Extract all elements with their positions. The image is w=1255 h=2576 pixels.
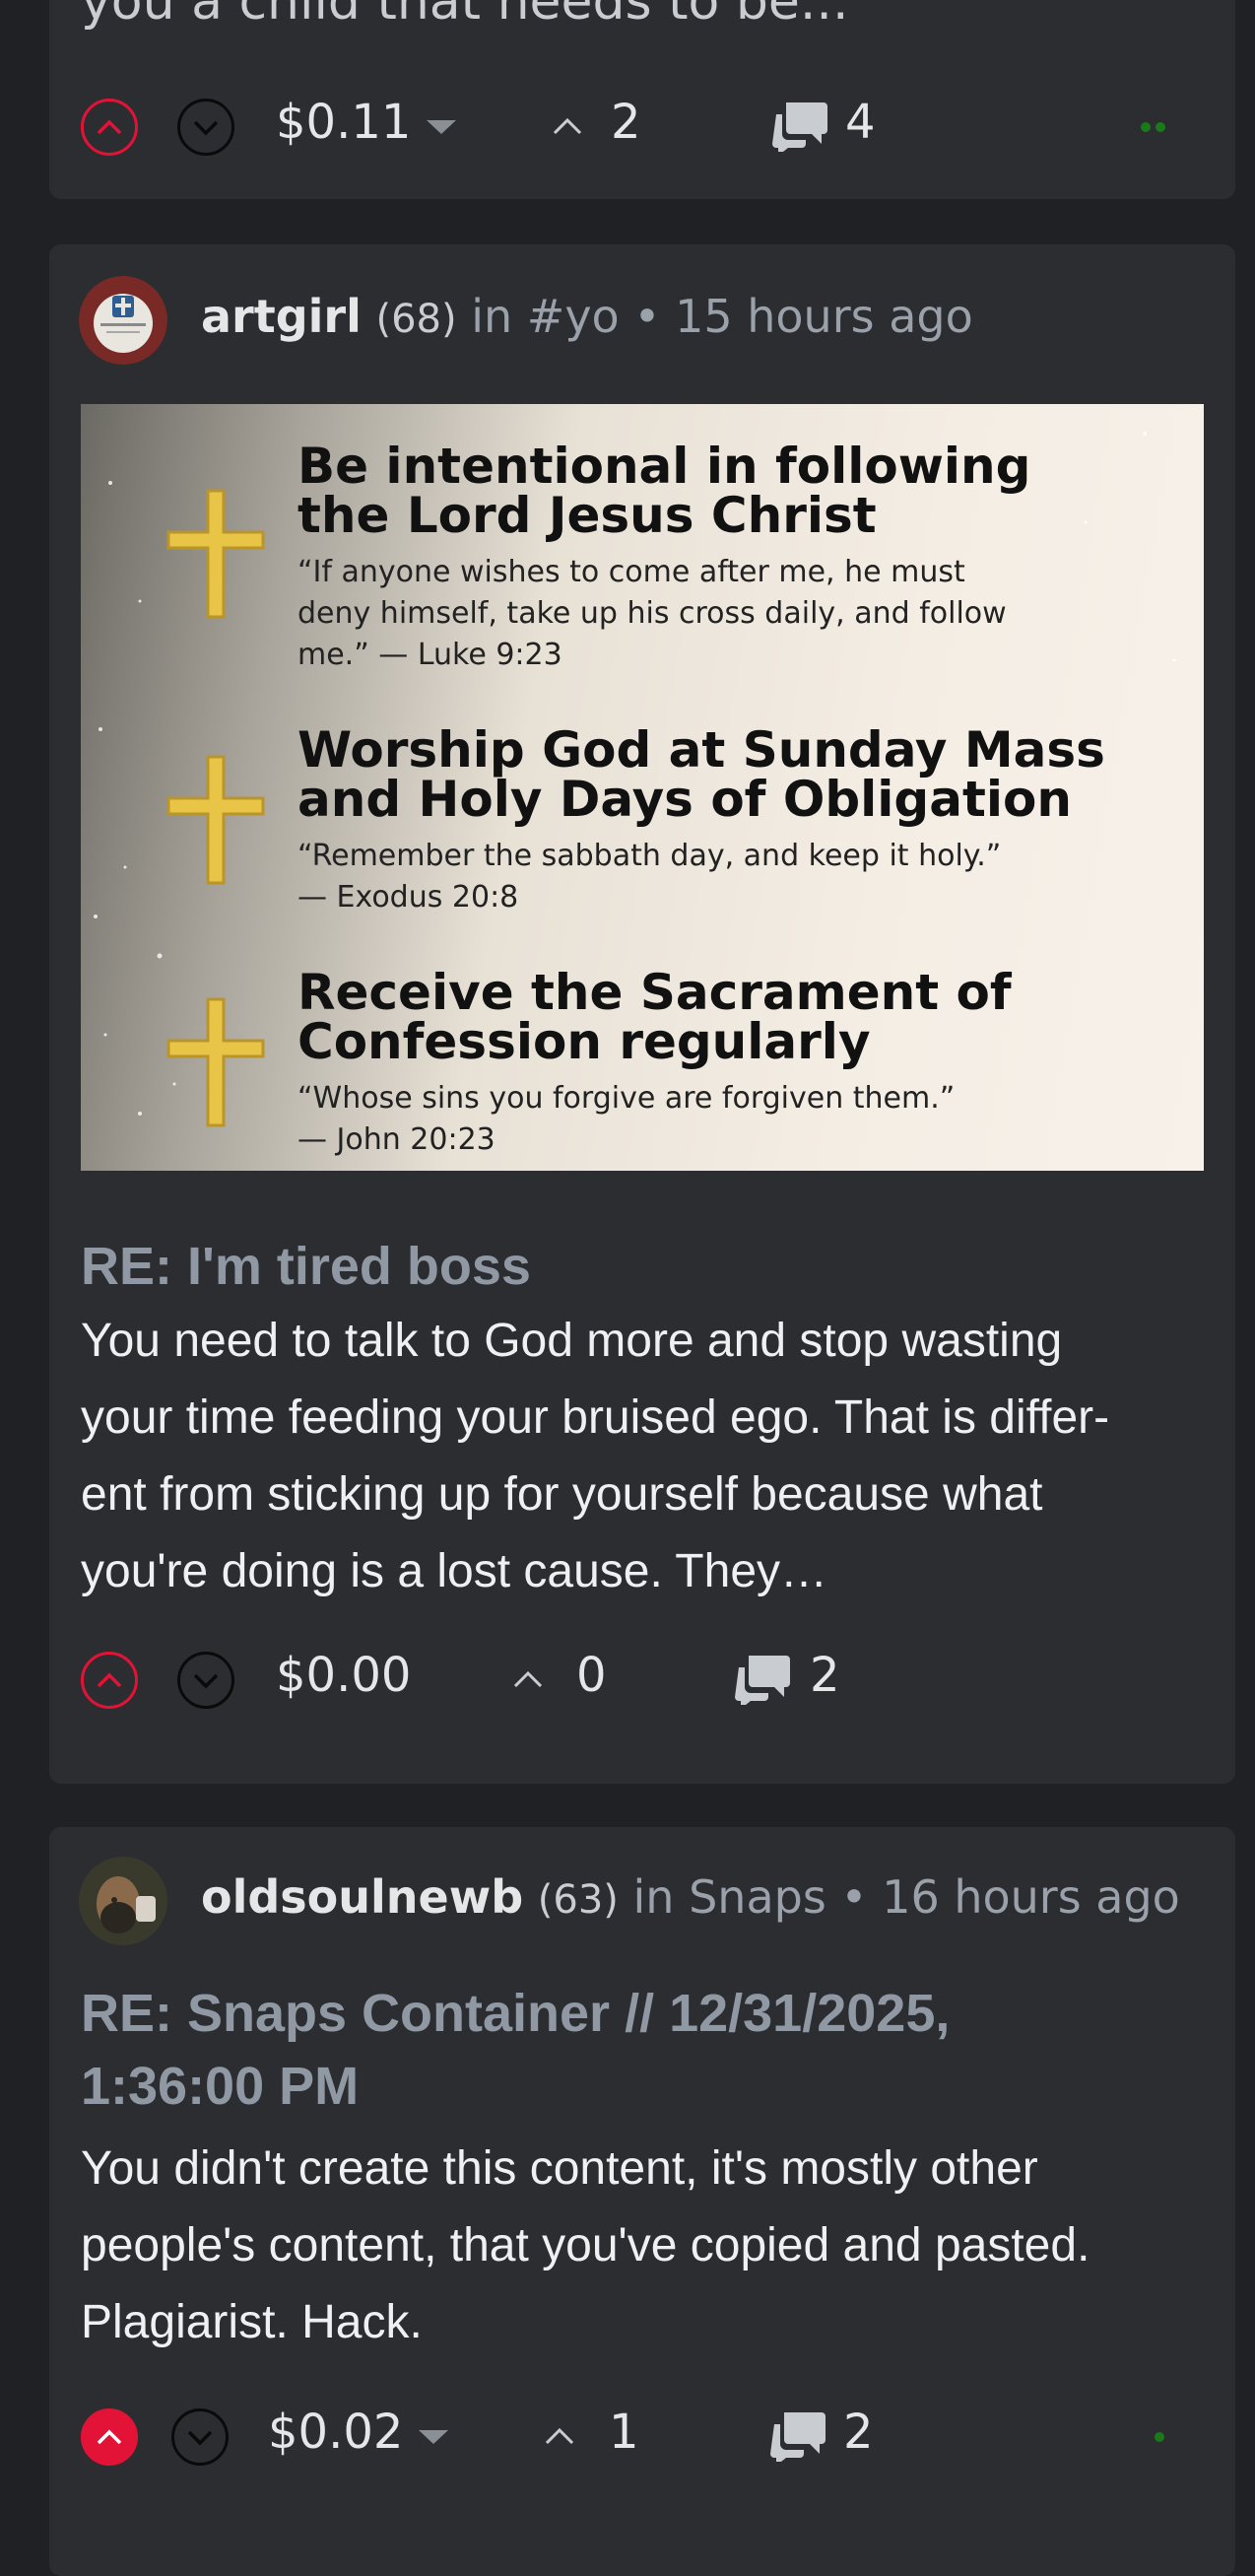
community-link[interactable]: in Snaps <box>633 1870 826 1924</box>
votes-chevron-icon[interactable] <box>552 116 583 136</box>
upvote-button[interactable] <box>81 1652 138 1709</box>
post-actions: $0.00 0 2 <box>49 1644 1235 1723</box>
post-actions: $0.11 2 4 <box>49 91 1235 169</box>
image-quote: “Whose sins you forgive are forgiven the… <box>297 1081 956 1157</box>
post-title[interactable]: RE: I'm tired boss <box>81 1230 531 1303</box>
avatar[interactable] <box>79 1857 167 1945</box>
payout-value[interactable]: $0.02 <box>268 2405 403 2460</box>
comment-count[interactable]: 4 <box>845 95 876 150</box>
image-text-block: Worship God at Sunday Mass and Holy Days… <box>297 725 1105 918</box>
post-snippet[interactable]: you a child that needs to be... <box>81 0 848 32</box>
separator-dot: • <box>840 1870 868 1924</box>
chevron-up-icon <box>97 1672 122 1688</box>
caret-down-icon[interactable] <box>427 118 456 136</box>
image-quote: “Remember the sabbath day, and keep it h… <box>297 839 1002 915</box>
cross-icon <box>166 997 265 1127</box>
votes-chevron-icon[interactable] <box>544 2426 575 2446</box>
image-heading: Be intentional in following the Lord Jes… <box>297 438 1031 544</box>
post-image[interactable]: Be intentional in following the Lord Jes… <box>81 404 1204 1171</box>
vote-count[interactable]: 2 <box>611 95 641 150</box>
votes-chevron-icon[interactable] <box>512 1669 544 1689</box>
downvote-button[interactable] <box>171 2408 229 2466</box>
upvote-button[interactable] <box>81 99 138 156</box>
community-link[interactable]: in #yo <box>471 290 619 343</box>
comment-count[interactable]: 2 <box>810 1648 840 1703</box>
post-body[interactable]: You need to talk to God more and stop wa… <box>81 1303 1214 1610</box>
chevron-down-icon <box>187 2430 213 2446</box>
image-heading: Worship God at Sunday Mass and Holy Days… <box>297 721 1105 828</box>
post-card: oldsoulnewb (63) in Snaps • 16 hours ago… <box>49 1827 1235 2576</box>
author-name[interactable]: oldsoulnewb <box>201 1870 523 1924</box>
post-time[interactable]: 15 hours ago <box>675 290 973 343</box>
vote-count[interactable]: 0 <box>576 1648 607 1703</box>
post-title[interactable]: RE: Snaps Container // 12/31/2025, 1:36:… <box>81 1977 950 2123</box>
post-actions: $0.02 1 2 <box>49 2401 1235 2479</box>
image-heading: Receive the Sacrament of Confession regu… <box>297 964 1012 1070</box>
author-reputation: (68) <box>375 297 457 342</box>
online-status-icon <box>1155 2432 1164 2442</box>
author-line: artgirl (68) in #yo • 15 hours ago <box>201 290 973 343</box>
chevron-up-icon <box>97 2429 122 2445</box>
author-name[interactable]: artgirl <box>201 290 362 343</box>
upvote-button[interactable] <box>81 2408 138 2466</box>
chevron-down-icon <box>193 120 219 136</box>
image-quote: “If anyone wishes to come after me, he m… <box>297 555 1007 672</box>
comments-icon[interactable] <box>770 2408 827 2462</box>
post-time[interactable]: 16 hours ago <box>882 1870 1180 1924</box>
downvote-button[interactable] <box>177 1652 234 1709</box>
image-text-block: Be intentional in following the Lord Jes… <box>297 441 1030 676</box>
comments-icon[interactable] <box>735 1652 792 1705</box>
comments-icon[interactable] <box>772 99 829 152</box>
cross-icon <box>166 755 265 885</box>
post-body[interactable]: You didn't create this content, it's mos… <box>81 2131 1214 2361</box>
chevron-down-icon <box>193 1673 219 1689</box>
payout-value[interactable]: $0.00 <box>276 1648 411 1703</box>
chevron-up-icon <box>97 119 122 135</box>
avatar[interactable] <box>79 276 167 365</box>
author-line: oldsoulnewb (63) in Snaps • 16 hours ago <box>201 1870 1180 1924</box>
comment-count[interactable]: 2 <box>843 2405 874 2460</box>
cross-icon <box>166 489 265 619</box>
online-status-icon <box>1141 122 1165 132</box>
payout-value[interactable]: $0.11 <box>276 95 411 150</box>
caret-down-icon[interactable] <box>419 2428 448 2446</box>
separator-dot: • <box>633 290 661 343</box>
author-reputation: (63) <box>537 1877 619 1923</box>
image-text-block: Receive the Sacrament of Confession regu… <box>297 968 1012 1161</box>
vote-count[interactable]: 1 <box>609 2405 639 2460</box>
post-card: artgirl (68) in #yo • 15 hours ago Be in… <box>49 244 1235 1784</box>
downvote-button[interactable] <box>177 99 234 156</box>
